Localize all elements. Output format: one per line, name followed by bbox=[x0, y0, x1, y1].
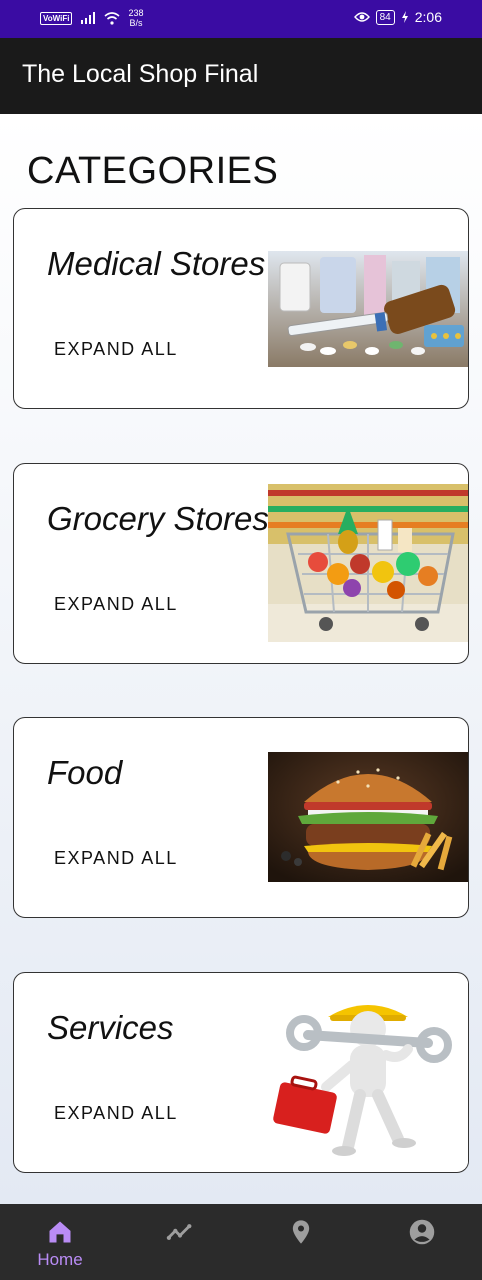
repairman-image bbox=[268, 979, 468, 1169]
category-title: Food bbox=[47, 754, 123, 791]
grocery-cart-image bbox=[268, 484, 468, 642]
medicines-image bbox=[268, 251, 468, 367]
vowifi-badge: VoWiFi bbox=[40, 11, 73, 25]
nav-item-location[interactable] bbox=[241, 1204, 361, 1280]
category-title: Grocery Stores bbox=[47, 500, 269, 537]
category-card-medical[interactable]: Medical Stores EXPAND ALL bbox=[13, 208, 469, 409]
expand-all-button[interactable]: EXPAND ALL bbox=[54, 594, 178, 615]
charging-icon bbox=[401, 11, 408, 23]
speed-unit: B/s bbox=[129, 18, 143, 28]
main-content[interactable]: CATEGORIES Medical Stores EXPAND ALL Gro… bbox=[0, 114, 482, 1204]
home-icon bbox=[49, 1221, 71, 1243]
network-speed: 238 B/s bbox=[128, 8, 143, 28]
location-pin-icon bbox=[292, 1220, 310, 1244]
status-bar: VoWiFi 238 B/s 84 2:06 bbox=[0, 0, 482, 38]
category-card-services[interactable]: Services EXPAND ALL bbox=[13, 972, 469, 1173]
status-left: VoWiFi 238 B/s bbox=[40, 8, 143, 28]
category-title: Medical Stores bbox=[47, 245, 266, 282]
wifi-icon bbox=[104, 11, 120, 25]
category-title: Services bbox=[47, 1009, 174, 1046]
clock: 2:06 bbox=[414, 9, 442, 25]
bottom-navigation: Home bbox=[0, 1204, 482, 1280]
expand-all-button[interactable]: EXPAND ALL bbox=[54, 339, 178, 360]
nav-label-home: Home bbox=[37, 1250, 83, 1269]
category-card-food[interactable]: Food EXPAND ALL bbox=[13, 717, 469, 918]
app-bar: The Local Shop Final bbox=[0, 38, 482, 114]
account-icon bbox=[409, 1219, 435, 1245]
signal-icon bbox=[81, 12, 96, 24]
status-right: 84 2:06 bbox=[353, 9, 442, 25]
nav-item-home[interactable]: Home bbox=[0, 1204, 120, 1280]
speed-value: 238 bbox=[128, 8, 144, 18]
battery-level: 84 bbox=[375, 9, 395, 25]
category-card-grocery[interactable]: Grocery Stores EXPAND ALL bbox=[13, 463, 469, 664]
eye-icon bbox=[353, 12, 370, 22]
section-title: CATEGORIES bbox=[27, 150, 279, 192]
trending-icon bbox=[166, 1224, 192, 1240]
burger-image bbox=[268, 752, 468, 882]
nav-item-trending[interactable] bbox=[120, 1204, 240, 1280]
app-title: The Local Shop Final bbox=[22, 60, 259, 88]
expand-all-button[interactable]: EXPAND ALL bbox=[54, 848, 178, 869]
expand-all-button[interactable]: EXPAND ALL bbox=[54, 1103, 178, 1124]
nav-item-account[interactable] bbox=[362, 1204, 482, 1280]
